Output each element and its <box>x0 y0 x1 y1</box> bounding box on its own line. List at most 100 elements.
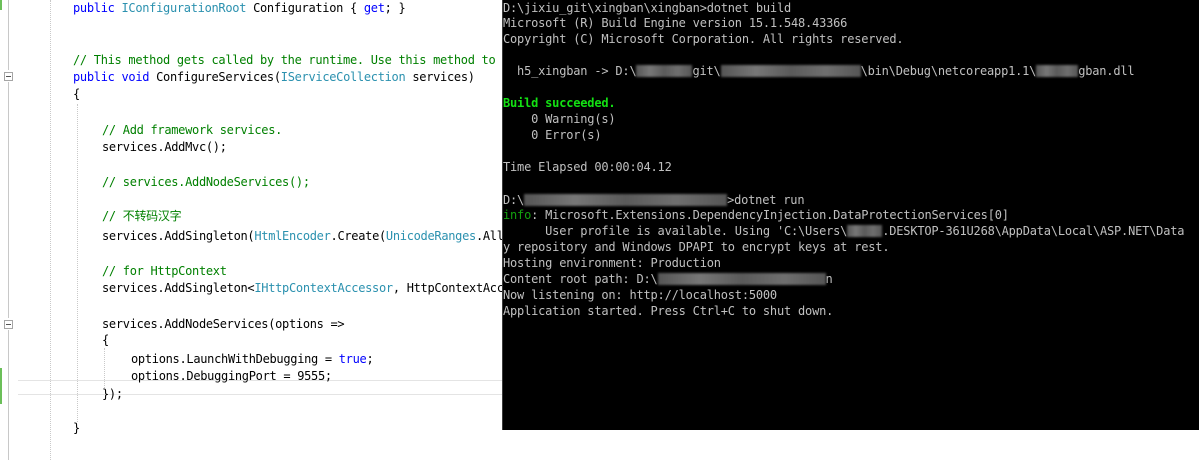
text-segment: // 不转码汉字 <box>102 209 182 223</box>
redacted-text <box>524 194 728 206</box>
text-segment: Application started. Press Ctrl+C to shu… <box>503 304 834 318</box>
text-segment: get <box>363 1 385 15</box>
text-segment: services.AddMvc(); <box>102 140 227 154</box>
console-line: 0 Warning(s) <box>503 111 616 127</box>
indent-guide <box>77 104 78 422</box>
text-segment: ConfigureServices( <box>149 70 281 84</box>
text-segment: git\ <box>692 64 721 78</box>
code-line: // This method gets called by the runtim… <box>73 52 496 68</box>
code-line: services.AddSingleton<IHttpContextAccess… <box>102 280 502 296</box>
text-segment: }); <box>102 387 123 401</box>
text-segment: >dotnet run <box>727 193 805 207</box>
console-line: Microsoft (R) Build Engine version 15.1.… <box>503 15 847 31</box>
code-line: { <box>73 86 80 102</box>
text-segment: IHttpContextAccessor <box>254 281 393 295</box>
text-segment: Content root path: D:\ <box>503 272 658 286</box>
text-segment: info <box>503 208 532 222</box>
console-line: User profile is available. Using 'C:\Use… <box>503 223 1184 239</box>
redacted-text <box>847 225 883 237</box>
console-line: Now listening on: http://localhost:5000 <box>503 287 777 303</box>
code-line: options.DebuggingPort = 9555; <box>131 368 332 384</box>
text-segment: y repository and Windows DPAPI to encryp… <box>503 240 890 254</box>
console-line: Copyright (C) Microsoft Corporation. All… <box>503 31 904 47</box>
code-line: // 不转码汉字 <box>102 208 182 224</box>
change-marker <box>0 0 2 10</box>
text-segment: IServiceCollection <box>280 70 406 84</box>
text-segment: Hosting environment: Production <box>503 256 721 270</box>
text-segment: HtmlEncoder <box>254 229 331 243</box>
code-line: services.AddNodeServices(options => <box>102 316 345 332</box>
text-segment: { <box>73 87 80 101</box>
console-line: D:\ >dotnet run <box>503 192 805 208</box>
text-segment: .All <box>475 229 502 243</box>
text-segment: ; <box>366 352 374 366</box>
text-segment: Microsoft (R) Build Engine version 15.1.… <box>503 16 848 30</box>
console-line: 0 Error(s) <box>503 127 601 143</box>
text-segment: , HttpContextAccessor>(); <box>392 281 502 295</box>
code-line: public void ConfigureServices(IServiceCo… <box>73 69 475 85</box>
fold-toggle-addnodeservices[interactable] <box>4 320 13 329</box>
code-line: // services.AddNodeServices(); <box>102 174 310 190</box>
console-line: Application started. Press Ctrl+C to shu… <box>503 303 833 319</box>
text-segment: public <box>73 1 122 15</box>
code-line: { <box>102 332 109 348</box>
text-segment: // Add framework services. <box>102 123 283 137</box>
redacted-text <box>1036 65 1079 77</box>
code-line: // Add framework services. <box>102 122 282 138</box>
code-line: }); <box>102 386 123 402</box>
text-segment: h5_xingban -> D:\ <box>503 64 637 78</box>
text-segment: Now listening on: http://localhost:5000 <box>503 288 777 302</box>
text-segment: n <box>825 272 833 286</box>
text-segment: // services.AddNodeServices(); <box>102 175 310 189</box>
text-segment: User profile is available. Using 'C:\Use… <box>503 224 848 238</box>
console-line: Content root path: D:\ n <box>503 271 833 287</box>
text-segment: options.DebuggingPort = 9555; <box>131 369 332 383</box>
code-line: public IConfigurationRoot Configuration … <box>73 0 406 16</box>
code-line: services.AddMvc(); <box>102 139 227 155</box>
console-line: info: Microsoft.Extensions.DependencyInj… <box>503 207 1009 223</box>
text-segment: public <box>73 70 122 84</box>
text-segment: .Create( <box>330 229 387 243</box>
code-line: services.AddSingleton(HtmlEncoder.Create… <box>102 228 502 244</box>
text-segment: IConfigurationRoot <box>121 1 247 15</box>
console-window[interactable]: D:\jixiu_git\xingban\xingban>dotnet buil… <box>502 0 1199 430</box>
text-segment: services) <box>405 70 475 84</box>
editor-gutter <box>0 0 18 460</box>
text-segment: \bin\Debug\netcoreapp1.1\ <box>860 64 1037 78</box>
code-line: options.LaunchWithDebugging = true; <box>131 351 374 367</box>
text-segment: services.AddSingleton< <box>102 281 255 295</box>
fold-line <box>8 82 9 318</box>
console-line: h5_xingban -> D:\ git\ \bin\Debug\netcorea… <box>503 63 1135 79</box>
fold-toggle-configureservices[interactable] <box>4 72 13 81</box>
text-segment: UnicodeRanges <box>385 229 476 243</box>
text-segment: 0 Warning(s) <box>503 112 616 126</box>
console-line: D:\jixiu_git\xingban\xingban>dotnet buil… <box>503 0 791 16</box>
text-segment: // for HttpContext <box>102 264 227 278</box>
console-line: Build succeeded. <box>503 95 616 111</box>
text-segment: D:\jixiu_git\xingban\xingban>dotnet buil… <box>503 1 792 15</box>
text-segment: Configuration { <box>246 1 364 15</box>
code-line: } <box>73 420 80 436</box>
text-segment: { <box>102 333 109 347</box>
text-segment: options.LaunchWithDebugging = <box>131 352 339 366</box>
console-line: Hosting environment: Production <box>503 255 721 271</box>
text-segment: .DESKTOP-361U268\AppData\Local\ASP.NET\D… <box>882 224 1185 238</box>
text-segment: // This method gets called by the runtim… <box>73 53 496 67</box>
fold-line <box>8 0 9 70</box>
text-segment: true <box>338 352 367 366</box>
text-segment: D:\ <box>503 193 525 207</box>
text-segment: 0 Error(s) <box>503 128 602 142</box>
console-line: Time Elapsed 00:00:04.12 <box>503 159 672 175</box>
text-segment: void <box>121 70 150 84</box>
text-segment: services.AddNodeServices(options => <box>102 317 345 331</box>
redacted-text <box>657 273 826 285</box>
text-segment: ; } <box>384 1 406 15</box>
change-marker <box>0 368 2 404</box>
text-segment: gban.dll <box>1078 64 1135 78</box>
code-editor[interactable]: public IConfigurationRoot Configuration … <box>0 0 502 460</box>
fold-line <box>8 330 9 460</box>
redacted-text <box>636 65 693 77</box>
code-line: // for HttpContext <box>102 263 227 279</box>
text-segment: services.AddSingleton( <box>102 229 255 243</box>
text-segment: } <box>73 421 80 435</box>
